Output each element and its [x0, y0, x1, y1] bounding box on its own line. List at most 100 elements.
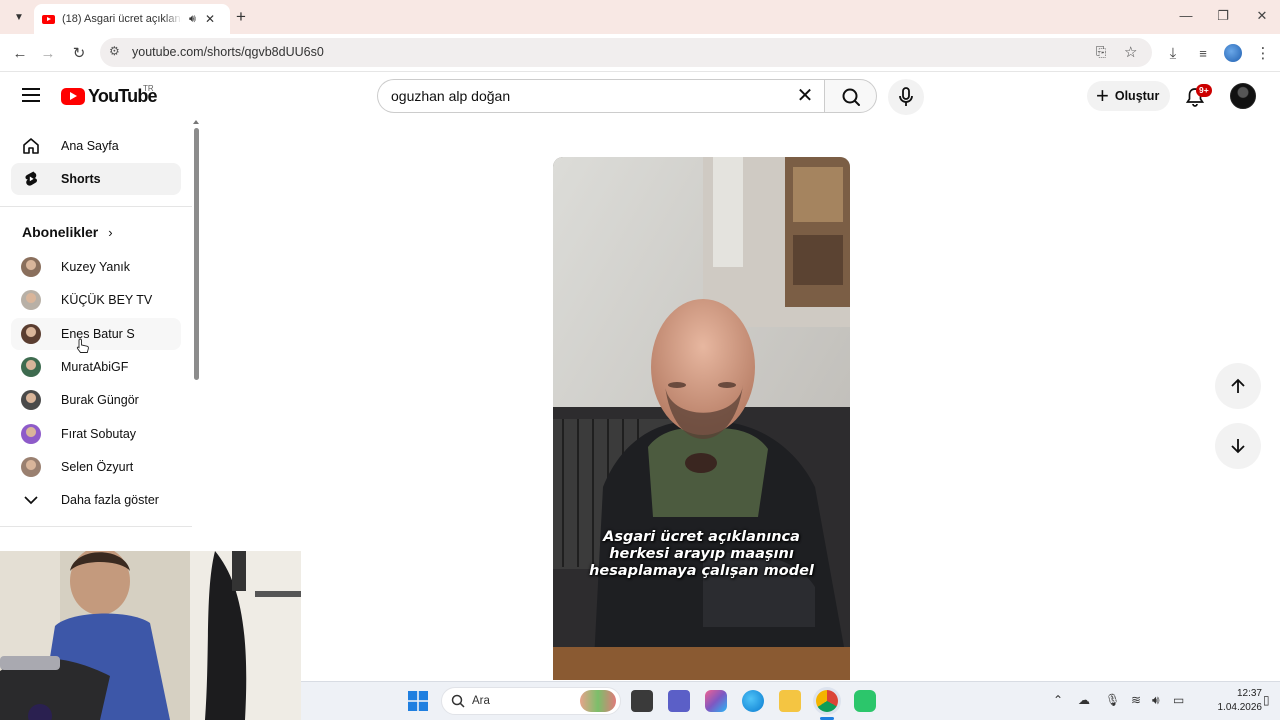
create-label: Oluştur: [1114, 89, 1160, 103]
video-frame: [553, 157, 850, 680]
taskbar-search[interactable]: Ara: [441, 687, 621, 715]
microphone-icon[interactable]: 🎙︎: [1105, 693, 1120, 707]
caption-line: hesaplamaya çalışan model: [589, 563, 814, 579]
onedrive-icon[interactable]: ☁: [1078, 693, 1090, 707]
clear-search-icon[interactable]: ✕: [793, 84, 817, 108]
search-box[interactable]: oguzhan alp doğan ✕: [377, 79, 824, 113]
start-button[interactable]: [408, 691, 428, 716]
channel-avatar: [21, 290, 41, 311]
channel-avatar: [21, 456, 41, 477]
sidebar-item-subscription[interactable]: MuratAbiGF: [11, 351, 181, 383]
sidebar-item-subscription[interactable]: Selen Özyurt: [11, 451, 181, 483]
sidebar-item-home[interactable]: Ana Sayfa: [11, 130, 181, 162]
arrow-up-icon: [1231, 378, 1245, 393]
sidebar-scrollbar[interactable]: [194, 128, 199, 380]
sidebar-item-label: Shorts: [61, 172, 101, 186]
channel-avatar: [21, 423, 41, 444]
sidebar-item-label: Fırat Sobutay: [61, 426, 137, 441]
subscriptions-title: Abonelikler: [22, 224, 99, 240]
previous-short-button[interactable]: [1215, 363, 1261, 409]
country-code: TR: [143, 84, 154, 93]
tab-title: (18) Asgari ücret açıklanınca: [62, 13, 182, 25]
address-bar[interactable]: ⚙ youtube.com/shorts/qgvb8dUU6s0 ⎘ ☆: [100, 38, 1152, 67]
youtube-favicon-icon: [42, 14, 55, 24]
install-app-icon[interactable]: ⎘: [1096, 44, 1106, 60]
tab-search-button[interactable]: ▼: [8, 7, 30, 27]
notifications-icon[interactable]: ▯: [1263, 693, 1270, 707]
url-text[interactable]: youtube.com/shorts/qgvb8dUU6s0: [132, 45, 324, 59]
sidebar-item-label: Burak Güngör: [61, 393, 139, 408]
speaker-icon[interactable]: 🔊︎: [189, 13, 196, 26]
shorts-video-player[interactable]: Asgari ücret açıklanınca herkesi arayıp …: [553, 157, 850, 680]
back-button[interactable]: ←: [10, 43, 30, 63]
home-icon: [21, 136, 41, 156]
taskbar-clock[interactable]: 12:37 1.04.2026: [1218, 687, 1263, 715]
battery-icon[interactable]: ▭: [1173, 693, 1184, 707]
chrome-menu-icon[interactable]: ⋮: [1253, 43, 1273, 63]
sidebar-item-subscription[interactable]: KÜÇÜK BEY TV: [11, 284, 181, 316]
channel-avatar: [21, 356, 41, 377]
site-info-icon[interactable]: ⚙: [109, 44, 120, 58]
browser-tab[interactable]: (18) Asgari ücret açıklanınca 🔊︎ ✕: [34, 4, 230, 34]
tab-close-icon[interactable]: ✕: [205, 12, 215, 26]
scroll-up-arrow-icon[interactable]: [193, 120, 199, 124]
chrome-icon[interactable]: [816, 690, 838, 712]
wifi-icon[interactable]: ≋: [1131, 693, 1141, 707]
profile-avatar[interactable]: [1224, 44, 1242, 62]
volume-icon[interactable]: 🔊︎: [1152, 693, 1160, 708]
task-view-icon[interactable]: [631, 690, 653, 712]
caption-line: Asgari ücret açıklanınca: [603, 529, 800, 545]
windows-logo-icon: [408, 691, 428, 711]
microphone-icon: [899, 87, 913, 106]
sidebar-item-label: Selen Özyurt: [61, 459, 134, 474]
chevron-down-icon: [21, 490, 41, 510]
reload-button[interactable]: ↻: [69, 43, 89, 63]
new-tab-button[interactable]: +: [236, 8, 246, 25]
hand-cursor-icon: [76, 338, 89, 353]
channel-avatar: [21, 390, 41, 411]
sidebar-item-shorts[interactable]: Shorts: [11, 163, 181, 195]
file-explorer-icon[interactable]: [779, 690, 801, 712]
media-controls-icon[interactable]: ≡: [1193, 43, 1213, 63]
video-caption: Asgari ücret açıklanınca herkesi arayıp …: [553, 529, 850, 580]
close-window-button[interactable]: ✕: [1252, 8, 1272, 24]
search-input[interactable]: oguzhan alp doğan: [391, 88, 510, 104]
guide-menu-icon[interactable]: [22, 88, 40, 102]
downloads-icon[interactable]: ⤓: [1163, 43, 1183, 63]
browser-tab-strip: ▼ (18) Asgari ücret açıklanınca 🔊︎ ✕ + —…: [0, 0, 1280, 34]
caption-line: herkesi arayıp maaşını: [609, 546, 794, 562]
channel-avatar: [21, 257, 41, 277]
show-more-button[interactable]: Daha fazla göster: [11, 484, 181, 516]
webcam-feed: [0, 551, 301, 720]
arrow-down-icon: [1231, 439, 1245, 454]
search-highlight-icon: [580, 690, 616, 712]
next-short-button[interactable]: [1215, 423, 1261, 469]
show-more-label: Daha fazla göster: [61, 493, 159, 507]
sidebar-item-subscription[interactable]: Fırat Sobutay: [11, 418, 181, 450]
show-hidden-icons-icon[interactable]: ⌃: [1053, 693, 1063, 707]
forward-button[interactable]: →: [38, 43, 58, 63]
windows-taskbar: Ara ⌃ ☁ 🎙︎ ≋ 🔊︎ ▭ 12:37 1.04.2026 ▯: [301, 681, 1280, 720]
account-avatar[interactable]: [1230, 83, 1256, 109]
minimize-button[interactable]: —: [1176, 8, 1196, 23]
app-icon[interactable]: [854, 690, 876, 712]
youtube-play-icon: [61, 88, 85, 105]
sidebar-item-subscription[interactable]: Burak Güngör: [11, 384, 181, 416]
teams-icon[interactable]: [668, 690, 690, 712]
restore-button[interactable]: ❐: [1213, 8, 1233, 24]
sidebar-item-label: Ana Sayfa: [61, 139, 119, 153]
shorts-icon: [21, 169, 41, 189]
sidebar-item-subscription[interactable]: Kuzey Yanık: [11, 251, 181, 283]
search-icon: [842, 88, 860, 106]
subscriptions-header[interactable]: Abonelikler ›: [22, 224, 113, 240]
create-button[interactable]: + Oluştur: [1087, 81, 1170, 111]
bookmark-star-icon[interactable]: ☆: [1124, 43, 1137, 61]
guide-sidebar: Ana Sayfa Shorts Abonelikler › Daha fazl…: [0, 122, 202, 552]
copilot-icon[interactable]: [705, 690, 727, 712]
plus-icon: +: [1096, 83, 1109, 108]
edge-icon[interactable]: [742, 690, 764, 712]
sidebar-item-subscription[interactable]: Enes Batur S: [11, 317, 181, 350]
search-button[interactable]: [824, 79, 877, 113]
voice-search-button[interactable]: [888, 79, 924, 115]
clock-date: 1.04.2026: [1217, 702, 1263, 713]
